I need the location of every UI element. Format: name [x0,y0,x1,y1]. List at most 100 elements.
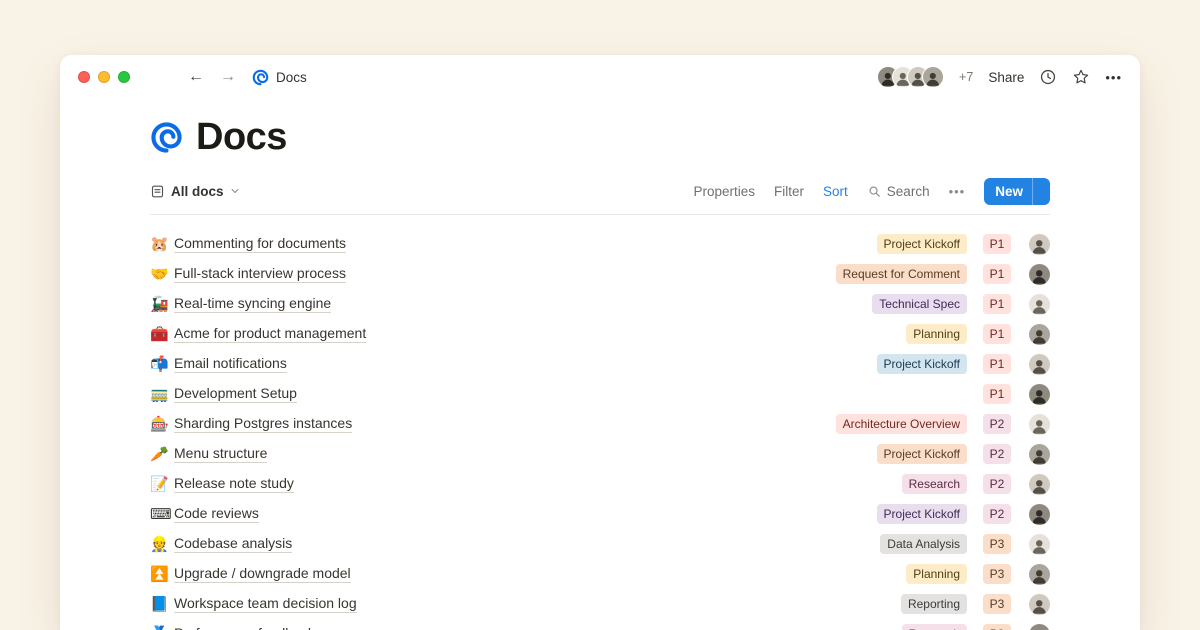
doc-row[interactable]: 🏅 Performance feedback Research P3 [150,619,1050,630]
assignee-avatar[interactable] [1029,324,1050,345]
doc-title-link[interactable]: Performance feedback [174,625,315,630]
doc-row[interactable]: 🐹 Commenting for documents Project Kicko… [150,229,1050,259]
doc-emoji-icon: 📘 [150,597,174,612]
assignee-avatar[interactable] [1029,444,1050,465]
doc-row[interactable]: 👷 Codebase analysis Data Analysis P3 [150,529,1050,559]
priority-chip[interactable]: P1 [983,384,1012,404]
assignee-avatar[interactable] [1029,534,1050,555]
doc-tag-chip[interactable]: Research [902,624,967,630]
priority-chip[interactable]: P3 [983,624,1012,630]
priority-chip[interactable]: P1 [983,264,1012,284]
share-button[interactable]: Share [988,70,1024,85]
sidebar-toggle-icon[interactable] [150,71,168,83]
priority-cell: P2 [979,474,1015,494]
doc-title-link[interactable]: Acme for product management [174,325,366,344]
search-button[interactable]: Search [867,184,930,199]
priority-chip[interactable]: P1 [983,354,1012,374]
page-title: Docs [196,116,287,159]
priority-chip[interactable]: P3 [983,534,1012,554]
doc-tag-chip[interactable]: Project Kickoff [877,504,967,524]
priority-chip[interactable]: P2 [983,414,1012,434]
toolbar-more-icon[interactable]: ••• [949,184,966,199]
doc-title-link[interactable]: Codebase analysis [174,535,292,554]
new-doc-button[interactable]: New [984,178,1050,205]
back-icon[interactable]: ← [188,69,204,85]
collaborator-avatar-stack[interactable] [877,66,944,88]
minimize-button[interactable] [98,71,110,83]
favorite-star-icon[interactable] [1072,68,1090,86]
priority-chip[interactable]: P1 [983,294,1012,314]
assignee-avatar[interactable] [1029,414,1050,435]
assignee-avatar[interactable] [1029,234,1050,255]
doc-title-link[interactable]: Upgrade / downgrade model [174,565,351,584]
assignee-avatar[interactable] [1029,624,1050,630]
doc-title-link[interactable]: Email notifications [174,355,287,374]
doc-title-link[interactable]: Release note study [174,475,294,494]
doc-row[interactable]: ⏫ Upgrade / downgrade model Planning P3 [150,559,1050,589]
doc-title-link[interactable]: Real-time syncing engine [174,295,331,314]
assignee-avatar[interactable] [1029,384,1050,405]
assignee-avatar[interactable] [1029,354,1050,375]
doc-tag-chip[interactable]: Planning [906,324,967,344]
forward-icon[interactable]: → [220,69,236,85]
assignee-avatar[interactable] [1029,594,1050,615]
more-options-icon[interactable]: ••• [1105,70,1122,85]
history-clock-icon[interactable] [1039,68,1057,86]
doc-title-link[interactable]: Commenting for documents [174,235,346,254]
doc-tag-chip[interactable]: Planning [906,564,967,584]
doc-tag-chip[interactable]: Project Kickoff [877,234,967,254]
priority-chip[interactable]: P3 [983,564,1012,584]
priority-chip[interactable]: P2 [983,504,1012,524]
doc-emoji-icon: 🧰 [150,327,174,342]
doc-row[interactable]: ⌨ Code reviews Project Kickoff P2 [150,499,1050,529]
priority-chip[interactable]: P3 [983,594,1012,614]
doc-emoji-icon: 👷 [150,537,174,552]
priority-chip[interactable]: P1 [983,234,1012,254]
assignee-avatar[interactable] [1029,564,1050,585]
doc-row[interactable]: 🥕 Menu structure Project Kickoff P2 [150,439,1050,469]
priority-cell: P2 [979,504,1015,524]
priority-chip[interactable]: P2 [983,474,1012,494]
filter-button[interactable]: Filter [774,184,804,199]
doc-title-link[interactable]: Menu structure [174,445,267,464]
doc-tag-chip[interactable]: Reporting [901,594,967,614]
properties-button[interactable]: Properties [694,184,756,199]
doc-title-link[interactable]: Workspace team decision log [174,595,357,614]
priority-chip[interactable]: P1 [983,324,1012,344]
doc-title-link[interactable]: Development Setup [174,385,297,404]
doc-row[interactable]: 🧰 Acme for product management Planning P… [150,319,1050,349]
assignee-avatar[interactable] [1029,474,1050,495]
doc-title-link[interactable]: Full-stack interview process [174,265,346,284]
doc-row[interactable]: 📬 Email notifications Project Kickoff P1 [150,349,1050,379]
search-label: Search [887,184,930,199]
priority-chip[interactable]: P2 [983,444,1012,464]
doc-row[interactable]: 🤝 Full-stack interview process Request f… [150,259,1050,289]
doc-tag-chip[interactable]: Project Kickoff [877,354,967,374]
assignee-avatar[interactable] [1029,294,1050,315]
doc-title-link[interactable]: Sharding Postgres instances [174,415,352,434]
assignee-avatar[interactable] [1029,504,1050,525]
zoom-button[interactable] [118,71,130,83]
close-button[interactable] [78,71,90,83]
new-doc-dropdown-chevron-icon[interactable] [1033,178,1050,205]
doc-tag-chip[interactable]: Project Kickoff [877,444,967,464]
doc-tag-chip[interactable]: Technical Spec [872,294,967,314]
doc-tag-chip[interactable]: Research [902,474,967,494]
doc-row[interactable]: 🚂 Real-time syncing engine Technical Spe… [150,289,1050,319]
doc-title-link[interactable]: Code reviews [174,505,259,524]
doc-row[interactable]: 📘 Workspace team decision log Reporting … [150,589,1050,619]
doc-tag-chip[interactable]: Architecture Overview [836,414,967,434]
doc-row[interactable]: 📝 Release note study Research P2 [150,469,1050,499]
assignee-avatar[interactable] [1029,264,1050,285]
doc-tag-chip[interactable]: Data Analysis [880,534,967,554]
doc-row[interactable]: 🚃 Development Setup P1 [150,379,1050,409]
doc-tag-chip[interactable]: Request for Comment [836,264,967,284]
sort-button[interactable]: Sort [823,184,848,199]
document-list-icon [150,184,165,199]
doc-row[interactable]: 🎰 Sharding Postgres instances Architectu… [150,409,1050,439]
doc-emoji-icon: 🏅 [150,627,174,630]
collaborator-overflow-count[interactable]: +7 [959,70,973,84]
view-selector-dropdown[interactable]: All docs [150,184,240,199]
priority-cell: P1 [979,264,1015,284]
page-title-row: Docs [150,115,1050,159]
